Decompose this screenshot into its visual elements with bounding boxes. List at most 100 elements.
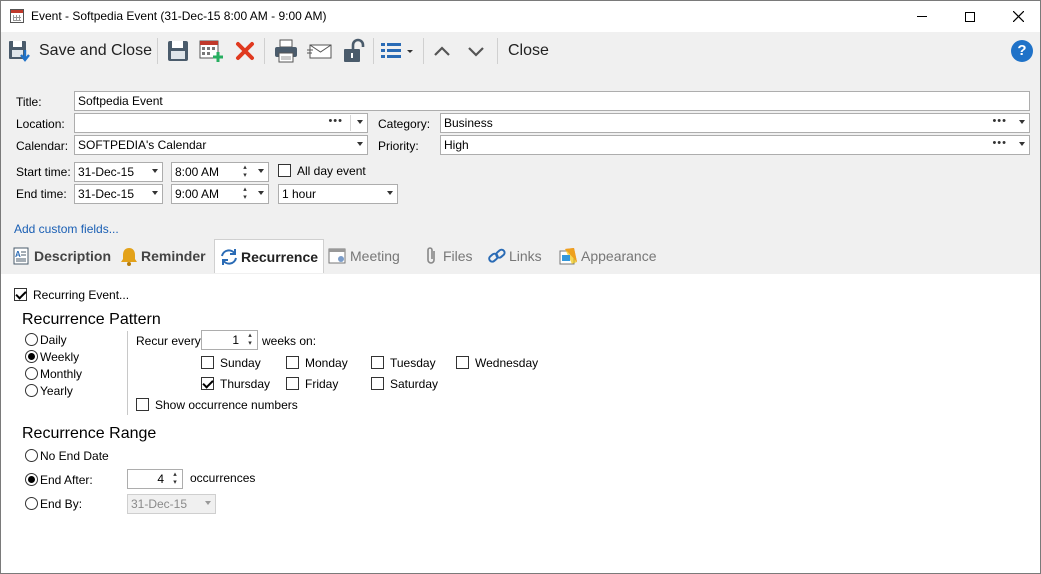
category-dropdown-icon[interactable]	[1019, 120, 1025, 124]
minimize-button[interactable]	[899, 1, 945, 32]
recur-every-value: 1	[232, 333, 239, 347]
wednesday-checkbox[interactable]	[456, 356, 469, 369]
location-browse-icon[interactable]: •••	[328, 115, 343, 127]
start-time-spinner[interactable]: ▴ ▾	[240, 164, 250, 180]
start-date-dropdown-icon[interactable]	[152, 169, 158, 173]
end-by-date-picker[interactable]: 31-Dec-15	[127, 494, 216, 514]
duration-value: 1 hour	[282, 187, 317, 201]
tab-meeting[interactable]: Meeting	[328, 239, 408, 273]
envelope-icon	[307, 44, 332, 58]
recurring-event-checkbox[interactable]	[14, 288, 27, 301]
private-lock-button[interactable]	[341, 32, 367, 69]
save-and-close-button[interactable]: Save and Close	[7, 32, 152, 69]
print-button[interactable]	[273, 32, 299, 69]
location-dropdown-icon[interactable]	[357, 120, 363, 124]
next-item-button[interactable]	[465, 32, 487, 69]
location-combo[interactable]: •••	[74, 113, 368, 133]
view-options-button[interactable]	[379, 32, 415, 69]
tab-files[interactable]: Files	[421, 239, 481, 273]
send-email-button[interactable]	[307, 32, 333, 69]
end-date-dropdown-icon[interactable]	[152, 191, 158, 195]
title-input[interactable]: Softpedia Event	[74, 91, 1030, 111]
thursday-label: Thursday	[220, 377, 271, 391]
weekly-radio[interactable]	[25, 350, 38, 363]
calendar-dropdown-icon[interactable]	[357, 142, 363, 146]
end-after-label: End After:	[40, 473, 93, 487]
end-after-value: 4	[157, 472, 164, 486]
duration-dropdown-icon[interactable]	[387, 191, 393, 195]
save-and-new-button[interactable]	[198, 32, 224, 69]
duration-combo[interactable]: 1 hour	[278, 184, 398, 204]
tab-links[interactable]: Links	[487, 239, 547, 273]
category-label: Category:	[378, 117, 431, 131]
start-time-dropdown-icon[interactable]	[258, 169, 264, 173]
delete-icon	[236, 41, 254, 60]
toolbar-separator	[157, 38, 158, 64]
thursday-checkbox[interactable]	[201, 377, 214, 390]
all-day-checkbox[interactable]	[278, 164, 291, 177]
tuesday-checkbox[interactable]	[371, 356, 384, 369]
help-icon: ?	[1011, 39, 1033, 62]
save-and-close-icon	[9, 40, 30, 62]
monthly-radio[interactable]	[25, 367, 38, 380]
tab-recurrence[interactable]: Recurrence	[214, 239, 324, 273]
end-time-label: End time:	[16, 187, 67, 201]
end-after-input[interactable]: 4 ▴ ▾	[127, 469, 183, 489]
save-button[interactable]	[166, 32, 190, 69]
close-window-button[interactable]	[995, 1, 1041, 32]
toolbar-separator	[264, 38, 265, 64]
calendar-add-icon	[199, 40, 223, 62]
end-after-radio[interactable]	[25, 473, 38, 486]
priority-label: Priority:	[378, 139, 419, 153]
tab-appearance[interactable]: Appearance	[559, 239, 659, 273]
window-title: Event - Softpedia Event (31-Dec-15 8:00 …	[31, 9, 327, 23]
link-icon	[488, 248, 506, 263]
calendar-combo[interactable]: SOFTPEDIA's Calendar	[74, 135, 368, 155]
recur-every-spinner[interactable]: ▴ ▾	[245, 332, 255, 348]
tab-description-label: Description	[34, 248, 112, 264]
end-time-dropdown-icon[interactable]	[258, 191, 264, 195]
daily-radio[interactable]	[25, 333, 38, 346]
end-time-spinner[interactable]: ▴ ▾	[240, 186, 250, 202]
tab-files-label: Files	[443, 248, 473, 264]
appearance-icon	[559, 248, 577, 265]
end-by-radio[interactable]	[25, 497, 38, 510]
maximize-icon	[965, 11, 975, 22]
end-date-picker[interactable]: 31-Dec-15	[74, 184, 163, 204]
start-date-picker[interactable]: 31-Dec-15	[74, 162, 163, 182]
priority-browse-icon[interactable]: •••	[992, 137, 1007, 149]
delete-button[interactable]	[234, 32, 256, 69]
sunday-checkbox[interactable]	[201, 356, 214, 369]
close-button[interactable]: Close	[508, 32, 549, 69]
no-end-date-label: No End Date	[40, 449, 109, 463]
recurrence-range-heading: Recurrence Range	[22, 425, 157, 442]
all-day-label: All day event	[297, 164, 366, 178]
show-occurrence-numbers-checkbox[interactable]	[136, 398, 149, 411]
start-time-input[interactable]: 8:00 AM ▴ ▾	[171, 162, 269, 182]
end-time-input[interactable]: 9:00 AM ▴ ▾	[171, 184, 269, 204]
tab-links-label: Links	[509, 248, 542, 264]
category-browse-icon[interactable]: •••	[992, 115, 1007, 127]
no-end-date-radio[interactable]	[25, 449, 38, 462]
maximize-button[interactable]	[947, 1, 993, 32]
priority-combo[interactable]: High •••	[440, 135, 1030, 155]
tab-reminder[interactable]: Reminder	[119, 239, 211, 273]
add-custom-fields-link[interactable]: Add custom fields...	[14, 222, 119, 236]
previous-item-button[interactable]	[431, 32, 453, 69]
occurrences-label: occurrences	[190, 471, 256, 485]
monday-checkbox[interactable]	[286, 356, 299, 369]
unlock-icon	[344, 38, 365, 62]
help-button[interactable]: ?	[1011, 32, 1033, 69]
friday-checkbox[interactable]	[286, 377, 299, 390]
category-combo[interactable]: Business •••	[440, 113, 1030, 133]
priority-dropdown-icon[interactable]	[1019, 142, 1025, 146]
end-after-spinner[interactable]: ▴ ▾	[170, 471, 180, 487]
tab-description[interactable]: A Description	[12, 239, 112, 273]
recur-every-input[interactable]: 1 ▴ ▾	[201, 330, 258, 350]
end-by-value: 31-Dec-15	[131, 497, 188, 511]
saturday-checkbox[interactable]	[371, 377, 384, 390]
end-by-dropdown-icon[interactable]	[205, 501, 211, 505]
yearly-radio[interactable]	[25, 384, 38, 397]
priority-value: High	[444, 138, 469, 152]
recurrence-icon	[221, 248, 237, 265]
